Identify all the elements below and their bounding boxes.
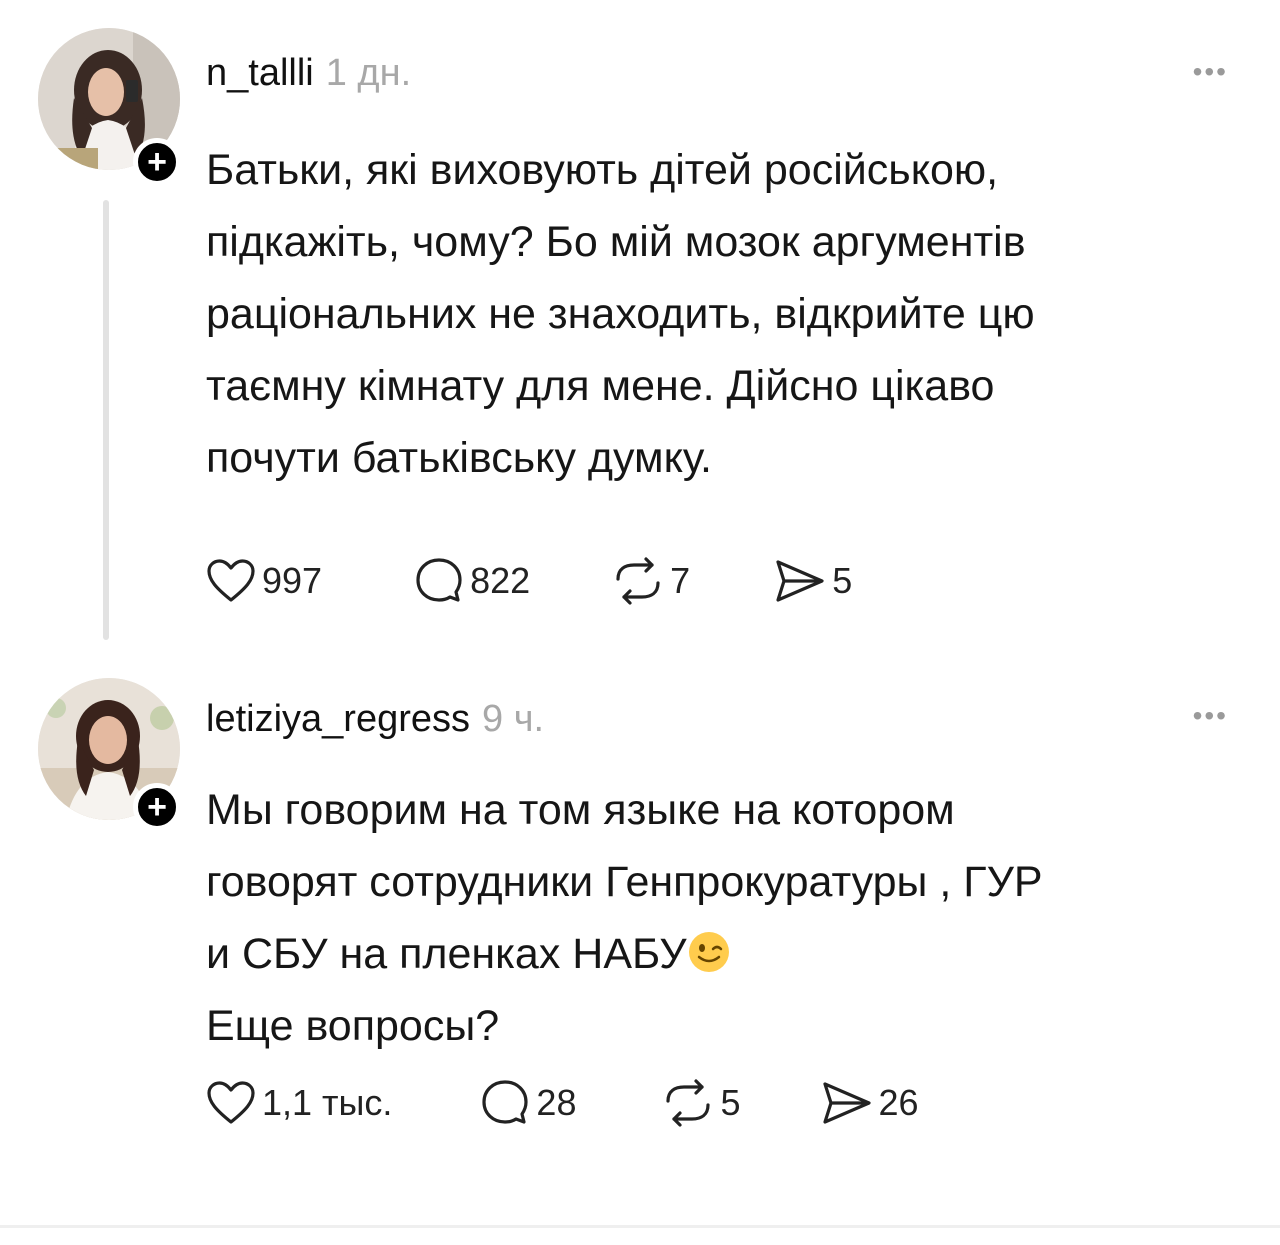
winking-face-emoji-icon	[688, 932, 729, 972]
reply-bubble-icon	[416, 558, 462, 602]
reply-button[interactable]: 822	[414, 556, 530, 606]
reply-bubble-icon	[482, 1080, 529, 1124]
follow-plus-icon[interactable]: +	[133, 783, 181, 831]
post-text: Мы говорим на том языке на котором говор…	[206, 774, 1246, 1062]
reply-button[interactable]: 28	[480, 1078, 576, 1128]
repost-button[interactable]: 7	[612, 557, 690, 605]
send-icon	[776, 560, 824, 602]
like-count: 1,1 тыс.	[262, 1082, 393, 1123]
action-bar: 1,1 тыс. 28 5 26	[206, 1078, 919, 1128]
post-line: и СБУ на пленках НАБУ	[206, 930, 687, 978]
username[interactable]: letiziya_regress	[206, 700, 470, 738]
like-button[interactable]: 1,1 тыс.	[206, 1080, 392, 1126]
follow-plus-icon[interactable]: +	[133, 138, 181, 186]
username[interactable]: n_tallli	[206, 54, 314, 92]
thread-line	[103, 200, 109, 640]
repost-button[interactable]: 5	[662, 1079, 741, 1127]
post-line: Еще вопросы?	[206, 1002, 500, 1050]
post-header: n_tallli 1 дн.	[206, 54, 411, 92]
repost-icon	[666, 1079, 711, 1127]
divider	[0, 1225, 1280, 1228]
follow-symbol: +	[147, 143, 167, 181]
post-line-with-emoji: и СБУ на пленках НАБУ	[206, 918, 1246, 990]
repost-count: 7	[670, 560, 691, 601]
timestamp: 9 ч.	[482, 698, 545, 740]
repost-count: 5	[720, 1082, 741, 1123]
reply-count: 822	[470, 560, 531, 601]
action-bar: 997 822 7 5	[206, 556, 852, 606]
share-button[interactable]: 26	[821, 1080, 919, 1126]
heart-icon	[207, 559, 255, 602]
post-body: Батьки, які виховують дітей російською, …	[206, 146, 1035, 482]
heart-icon	[207, 1081, 255, 1124]
share-button[interactable]: 5	[774, 558, 852, 604]
more-options-icon[interactable]: •••	[1193, 700, 1228, 732]
timestamp: 1 дн.	[325, 52, 412, 94]
send-icon	[822, 1082, 871, 1124]
like-count: 997	[262, 560, 323, 601]
reply-count: 28	[536, 1082, 577, 1123]
share-count: 26	[878, 1082, 919, 1123]
follow-symbol: +	[147, 788, 167, 826]
post: + letiziya_regress 9 ч. ••• Мы говорим н…	[0, 660, 1280, 1230]
like-button[interactable]: 997	[206, 558, 322, 604]
post: + n_tallli 1 дн. ••• Батьки, які виховую…	[0, 0, 1280, 650]
more-options-icon[interactable]: •••	[1193, 56, 1228, 88]
post-line: говорят сотрудники Генпрокуратуры , ГУР	[206, 858, 1043, 906]
post-line: Мы говорим на том языке на котором	[206, 786, 955, 834]
post-text: Батьки, які виховують дітей російською, …	[206, 134, 1246, 494]
repost-icon	[616, 557, 660, 605]
post-header: letiziya_regress 9 ч.	[206, 700, 544, 738]
share-count: 5	[832, 560, 853, 601]
